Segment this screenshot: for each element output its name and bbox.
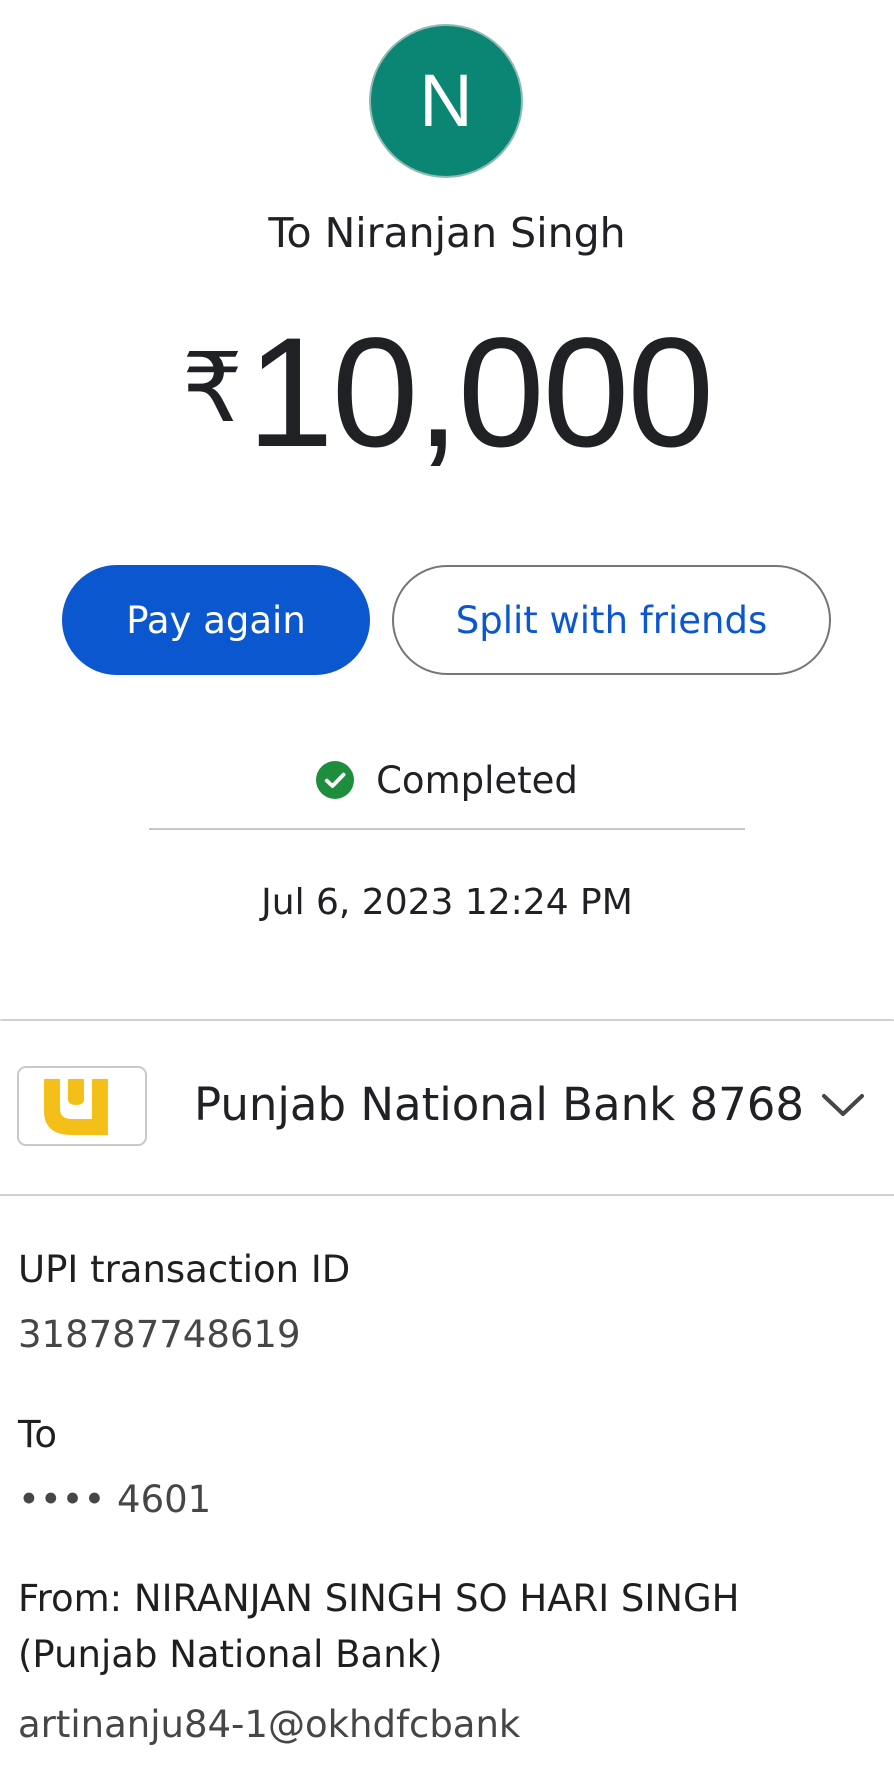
recipient-title: To Niranjan Singh: [268, 209, 626, 257]
pnb-logo-mark: [44, 1079, 108, 1135]
recipient-avatar: N: [371, 26, 521, 176]
bank-account-name: Punjab National Bank 8768: [194, 1078, 805, 1131]
chevron-down-icon[interactable]: [820, 1090, 866, 1120]
upi-transaction-id-label: UPI transaction ID: [18, 1248, 351, 1291]
amount-value: 10,000: [246, 306, 714, 480]
status-row: Completed: [0, 750, 894, 810]
divider: [149, 828, 745, 830]
transaction-datetime: Jul 6, 2023 12:24 PM: [261, 882, 633, 923]
payment-amount: ₹ 10,000: [0, 306, 894, 480]
details-card-border: [0, 1019, 894, 1021]
split-with-friends-button[interactable]: Split with friends: [392, 565, 831, 675]
upi-transaction-id-value: 318787748619: [18, 1313, 301, 1356]
from-upi-id-value: artinanju84-1@okhdfcbank: [18, 1703, 521, 1746]
avatar-initial: N: [419, 59, 473, 142]
pnb-logo: [17, 1066, 147, 1146]
currency-symbol: ₹: [181, 335, 243, 442]
to-account-value: •••• 4601: [18, 1478, 212, 1521]
divider: [0, 1194, 894, 1196]
check-circle-icon: [316, 761, 355, 799]
from-account-label: From: NIRANJAN SINGH SO HARI SINGH (Punj…: [18, 1577, 740, 1676]
pay-again-button[interactable]: Pay again: [62, 565, 370, 675]
to-label: To: [18, 1413, 57, 1456]
status-label: Completed: [376, 758, 578, 802]
